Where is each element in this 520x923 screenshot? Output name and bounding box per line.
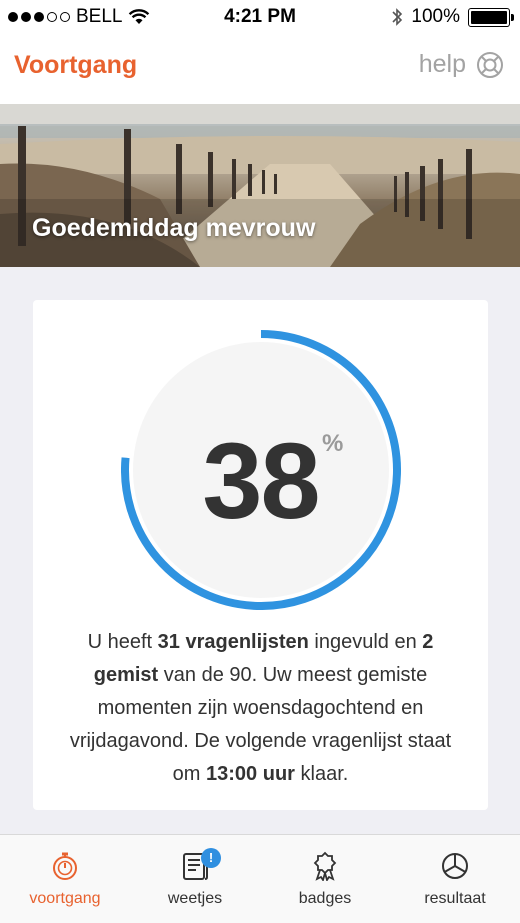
tab-label: voortgang bbox=[29, 890, 101, 907]
tab-resultaat[interactable]: resultaat bbox=[390, 835, 520, 923]
battery-icon bbox=[468, 7, 514, 27]
lifebuoy-icon bbox=[477, 51, 503, 78]
stopwatch-icon bbox=[53, 852, 77, 880]
help-label: help bbox=[418, 50, 466, 78]
tab-label: resultaat bbox=[424, 890, 486, 907]
pie-chart-icon bbox=[442, 853, 468, 879]
battery-percentage: 100% bbox=[411, 6, 460, 27]
progress-percentage-value: 38 bbox=[202, 420, 320, 541]
bluetooth-icon bbox=[392, 8, 403, 26]
tab-bar: voortgang ! weetjes badges resultaat bbox=[0, 834, 520, 923]
notification-badge: ! bbox=[201, 848, 221, 868]
greeting-text: Goedemiddag mevrouw bbox=[32, 214, 316, 242]
status-right: 100% bbox=[391, 6, 514, 28]
tab-label: badges bbox=[298, 890, 352, 907]
tab-voortgang[interactable]: voortgang bbox=[0, 835, 130, 923]
progress-card: 38 % U heeft 31 vragenlijsten ingevuld e… bbox=[33, 300, 488, 810]
tab-weetjes[interactable]: ! weetjes bbox=[130, 835, 260, 923]
progress-summary-text: U heeft 31 vragenlijsten ingevuld en 2 g… bbox=[69, 631, 452, 785]
page-title: Voortgang bbox=[14, 51, 138, 79]
navigation-bar: Voortgang help bbox=[0, 36, 520, 104]
status-bar: BELL 4:21 PM 100% bbox=[0, 0, 520, 36]
help-button[interactable]: help bbox=[419, 50, 504, 79]
tab-label: weetjes bbox=[167, 890, 223, 907]
hero-banner: Goedemiddag mevrouw bbox=[0, 104, 520, 267]
ribbon-badge-icon bbox=[313, 851, 337, 881]
progress-percentage-unit: % bbox=[322, 430, 344, 457]
tab-badges[interactable]: badges bbox=[260, 835, 390, 923]
